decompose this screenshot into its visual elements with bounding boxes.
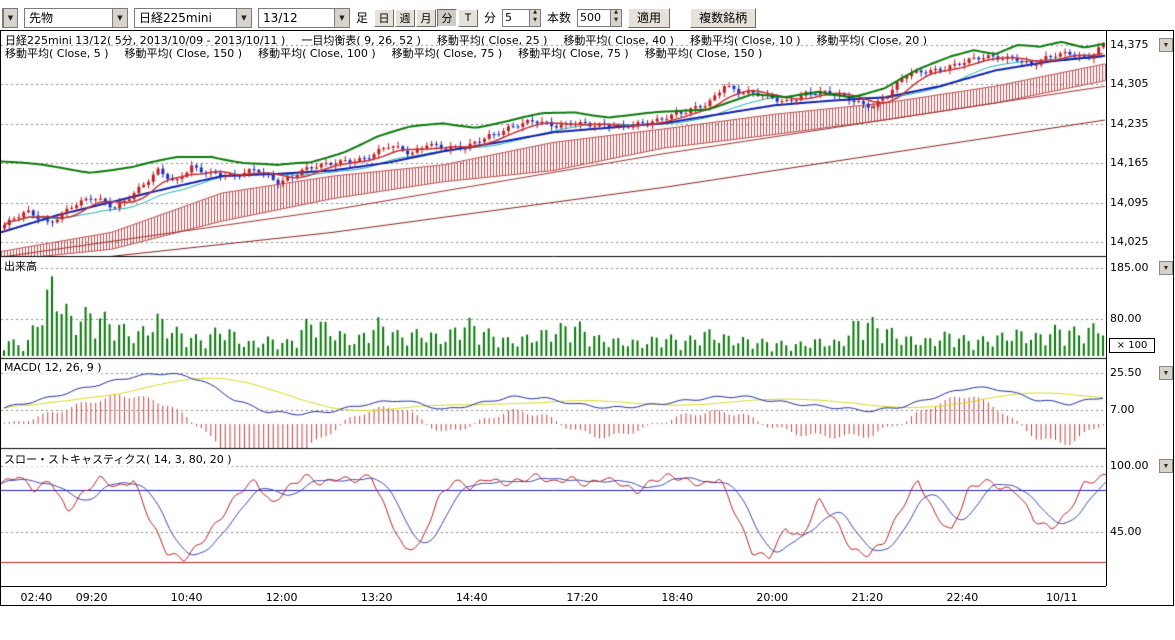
stochastics-panel-label: スロー・ストキャスティクス( 14, 3, 80, 20 ) xyxy=(4,451,232,467)
stoch-axis-label: 45.00 xyxy=(1110,525,1142,538)
price-axis-label: 14,025 xyxy=(1110,235,1149,248)
legend-item: 移動平均( Close, 20 ) xyxy=(817,32,928,48)
trading-chart-window: ▼ 先物▼ 日経225mini▼ 13/12▼ 足 日週月分T 分 ▲▼ 本数 … xyxy=(0,0,1175,640)
bar-count-stepper: ▲▼ xyxy=(577,9,622,27)
time-tick-label: 09:20 xyxy=(76,591,108,604)
macd-axis-label: 25.50 xyxy=(1110,366,1142,379)
minute-input[interactable] xyxy=(503,10,529,26)
volume-axis-label: 80.00 xyxy=(1110,312,1142,325)
bar-count-input[interactable] xyxy=(578,10,610,26)
instrument-type-select[interactable]: 先物 ▼ xyxy=(24,8,128,28)
symbol-value: 日経225mini xyxy=(139,9,212,26)
price-axis-label: 14,165 xyxy=(1110,156,1149,169)
legend-item: 移動平均( Close, 5 ) xyxy=(5,45,109,61)
time-tick-label: 10/11 xyxy=(1046,591,1078,604)
period-button-group: 日週月分T xyxy=(374,9,478,27)
instrument-type-value: 先物 xyxy=(29,9,53,26)
multi-symbol-button[interactable]: 複数銘柄 xyxy=(690,8,756,28)
legend-item: 移動平均( Close, 75 ) xyxy=(518,45,629,61)
symbol-select[interactable]: 日経225mini ▼ xyxy=(134,8,252,28)
minute-label: 分 xyxy=(484,9,496,26)
stoch-axis-label: 100.00 xyxy=(1110,459,1149,472)
scroll-down-price-button[interactable]: ▼ xyxy=(1159,38,1173,52)
period-button-分[interactable]: 分 xyxy=(437,9,457,27)
price-axis-label: 14,305 xyxy=(1110,77,1149,90)
chevron-down-icon: ▼ xyxy=(334,9,349,27)
minute-stepper: ▲▼ xyxy=(502,9,541,27)
contract-month-select[interactable]: 13/12 ▼ xyxy=(258,8,350,28)
macd-axis-label: 7.00 xyxy=(1110,403,1135,416)
scroll-down-stoch-button[interactable]: ▼ xyxy=(1159,459,1173,473)
spinner-arrows-icon[interactable]: ▲▼ xyxy=(529,10,540,26)
volume-panel-label: 出来高 xyxy=(4,258,37,274)
time-tick-label: 13:20 xyxy=(361,591,393,604)
period-button-日[interactable]: 日 xyxy=(374,9,394,27)
chevron-down-icon: ▼ xyxy=(236,9,251,27)
time-tick-label: 02:40 xyxy=(21,591,53,604)
price-axis-label: 14,095 xyxy=(1110,196,1149,209)
toolbar: ▼ 先物▼ 日経225mini▼ 13/12▼ 足 日週月分T 分 ▲▼ 本数 … xyxy=(0,0,1175,30)
legend-item: 移動平均( Close, 150 ) xyxy=(645,45,763,61)
time-tick-label: 18:40 xyxy=(661,591,693,604)
scroll-arrow-column: ▼ ▼ ▼ ▼ xyxy=(1159,31,1173,586)
legend-row-2: 移動平均( Close, 5 ) 移動平均( Close, 150 ) 移動平均( … xyxy=(5,45,762,61)
chart-canvas[interactable] xyxy=(1,31,1106,586)
corner-dropdown[interactable]: ▼ xyxy=(2,8,18,28)
bar-count-label: 本数 xyxy=(547,9,571,26)
volume-axis-label: 185.00 xyxy=(1110,261,1149,274)
period-button-月[interactable]: 月 xyxy=(416,9,436,27)
time-tick-label: 10:40 xyxy=(171,591,203,604)
scroll-down-macd-button[interactable]: ▼ xyxy=(1159,366,1173,380)
scroll-down-volume-button[interactable]: ▼ xyxy=(1159,261,1173,275)
chevron-down-icon: ▼ xyxy=(3,9,17,27)
macd-panel-label: MACD( 12, 26, 9 ) xyxy=(4,361,102,374)
legend-item: 移動平均( Close, 75 ) xyxy=(392,45,503,61)
time-tick-label: 12:00 xyxy=(266,591,298,604)
value-axis-column: 14,375 14,305 14,235 14,165 14,095 14,025 185.… xyxy=(1106,31,1158,586)
legend-item: 移動平均( Close, 100 ) xyxy=(258,45,376,61)
chart-frame: 日経225mini 13/12( 5分, 2013/10/09 - 2013/1… xyxy=(0,30,1174,606)
time-tick-label: 22:40 xyxy=(946,591,978,604)
period-button-T[interactable]: T xyxy=(458,9,478,27)
price-axis-label: 14,235 xyxy=(1110,117,1149,130)
time-tick-label: 14:40 xyxy=(456,591,488,604)
bar-type-label: 足 xyxy=(356,9,368,26)
volume-unit-badge: × 100 xyxy=(1109,338,1155,353)
spinner-arrows-icon[interactable]: ▲▼ xyxy=(610,10,621,26)
contract-value: 13/12 xyxy=(263,11,298,25)
price-axis-label: 14,375 xyxy=(1110,38,1149,51)
time-tick-label: 21:20 xyxy=(851,591,883,604)
period-button-週[interactable]: 週 xyxy=(395,9,415,27)
time-axis: 02:40 09:20 10:40 12:00 13:20 14:40 17:20 18:40… xyxy=(1,586,1106,606)
time-tick-label: 17:20 xyxy=(566,591,598,604)
apply-button[interactable]: 適用 xyxy=(628,8,670,28)
legend-item: 移動平均( Close, 150 ) xyxy=(125,45,243,61)
time-tick-label: 20:00 xyxy=(756,591,788,604)
chevron-down-icon: ▼ xyxy=(112,9,127,27)
